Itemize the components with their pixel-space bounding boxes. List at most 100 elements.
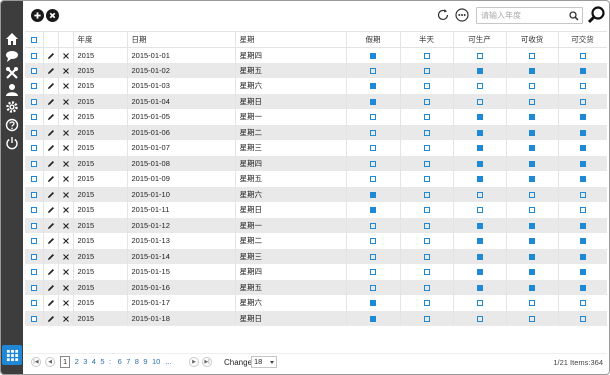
page-link[interactable]: 7: [126, 356, 130, 368]
column-header-year[interactable]: 年度: [73, 31, 128, 48]
home-icon[interactable]: [4, 31, 20, 47]
page-size-select[interactable]: 18: [251, 356, 277, 368]
delete-row-button[interactable]: [58, 140, 74, 156]
row-checkbox[interactable]: [25, 248, 44, 264]
row-checkbox[interactable]: [25, 310, 44, 326]
tools-icon[interactable]: [4, 65, 20, 81]
delete-row-button[interactable]: [58, 310, 74, 326]
page-link[interactable]: 3: [83, 356, 87, 368]
grid-menu-button[interactable]: [2, 345, 22, 365]
page-link[interactable]: 6: [118, 356, 122, 368]
select-all-checkbox[interactable]: [25, 31, 44, 48]
delete-row-button[interactable]: [58, 264, 74, 280]
row-checkbox[interactable]: [25, 124, 44, 140]
column-header-weekday[interactable]: 星期: [235, 31, 347, 48]
table-row[interactable]: 2015 2015-01-12 星期一: [25, 217, 607, 233]
page-link[interactable]: 2: [75, 356, 79, 368]
comments-icon[interactable]: [4, 48, 20, 64]
edit-button[interactable]: [43, 47, 59, 63]
delete-button[interactable]: [46, 9, 59, 22]
table-row[interactable]: 2015 2015-01-02 星期五: [25, 62, 607, 78]
table-row[interactable]: 2015 2015-01-15 星期四: [25, 264, 607, 280]
delete-row-button[interactable]: [58, 47, 74, 63]
table-row[interactable]: 2015 2015-01-10 星期六: [25, 186, 607, 202]
table-row[interactable]: 2015 2015-01-14 星期三: [25, 248, 607, 264]
delete-row-button[interactable]: [58, 186, 74, 202]
settings-icon[interactable]: [4, 99, 20, 115]
user-icon[interactable]: [4, 82, 20, 98]
row-checkbox[interactable]: [25, 78, 44, 94]
edit-button[interactable]: [43, 279, 59, 295]
row-checkbox[interactable]: [25, 233, 44, 249]
power-icon[interactable]: [4, 135, 20, 151]
column-header-can-deliver[interactable]: 可交货: [558, 31, 607, 48]
edit-button[interactable]: [43, 155, 59, 171]
row-checkbox[interactable]: [25, 47, 44, 63]
edit-button[interactable]: [43, 248, 59, 264]
table-row[interactable]: 2015 2015-01-13 星期二: [25, 233, 607, 249]
delete-row-button[interactable]: [58, 62, 74, 78]
table-row[interactable]: 2015 2015-01-08 星期四: [25, 155, 607, 171]
row-checkbox[interactable]: [25, 202, 44, 218]
table-row[interactable]: 2015 2015-01-09 星期五: [25, 171, 607, 187]
column-header-half-day[interactable]: 半天: [400, 31, 454, 48]
table-row[interactable]: 2015 2015-01-01 星期四: [25, 47, 607, 63]
page-link[interactable]: 5: [100, 356, 104, 368]
edit-button[interactable]: [43, 171, 59, 187]
column-header-holiday[interactable]: 假期: [346, 31, 401, 48]
row-checkbox[interactable]: [25, 217, 44, 233]
table-row[interactable]: 2015 2015-01-11 星期日: [25, 202, 607, 218]
row-checkbox[interactable]: [25, 171, 44, 187]
delete-row-button[interactable]: [58, 295, 74, 311]
delete-row-button[interactable]: [58, 279, 74, 295]
last-page-button[interactable]: ▶|: [202, 357, 212, 367]
page-link[interactable]: 9: [143, 356, 147, 368]
row-checkbox[interactable]: [25, 93, 44, 109]
table-row[interactable]: 2015 2015-01-06 星期二: [25, 124, 607, 140]
help-icon[interactable]: [4, 117, 20, 133]
column-header-can-receive[interactable]: 可收货: [506, 31, 559, 48]
page-link[interactable]: 4: [92, 356, 96, 368]
row-checkbox[interactable]: [25, 109, 44, 125]
search-icon[interactable]: [569, 11, 579, 21]
edit-button[interactable]: [43, 264, 59, 280]
row-checkbox[interactable]: [25, 62, 44, 78]
edit-button[interactable]: [43, 186, 59, 202]
page-link[interactable]: 10: [152, 356, 160, 368]
row-checkbox[interactable]: [25, 264, 44, 280]
edit-button[interactable]: [43, 109, 59, 125]
add-button[interactable]: [31, 9, 44, 22]
refresh-icon[interactable]: [436, 8, 450, 22]
search-input[interactable]: [477, 8, 565, 23]
delete-row-button[interactable]: [58, 155, 74, 171]
delete-row-button[interactable]: [58, 124, 74, 140]
first-page-button[interactable]: |◀: [31, 357, 41, 367]
current-page[interactable]: 1: [60, 356, 71, 368]
prev-page-button[interactable]: ◀: [45, 357, 55, 367]
delete-row-button[interactable]: [58, 248, 74, 264]
page-link[interactable]: ...: [165, 356, 171, 368]
edit-button[interactable]: [43, 62, 59, 78]
column-header-date[interactable]: 日期: [127, 31, 236, 48]
table-row[interactable]: 2015 2015-01-18 星期日: [25, 310, 607, 326]
advanced-search-icon[interactable]: [587, 5, 607, 25]
edit-button[interactable]: [43, 140, 59, 156]
next-page-button[interactable]: ▶: [189, 357, 199, 367]
delete-row-button[interactable]: [58, 202, 74, 218]
table-row[interactable]: 2015 2015-01-04 星期日: [25, 93, 607, 109]
edit-button[interactable]: [43, 295, 59, 311]
edit-button[interactable]: [43, 217, 59, 233]
edit-button[interactable]: [43, 202, 59, 218]
edit-button[interactable]: [43, 310, 59, 326]
edit-button[interactable]: [43, 78, 59, 94]
edit-button[interactable]: [43, 124, 59, 140]
row-checkbox[interactable]: [25, 155, 44, 171]
table-row[interactable]: 2015 2015-01-17 星期六: [25, 295, 607, 311]
row-checkbox[interactable]: [25, 186, 44, 202]
delete-row-button[interactable]: [58, 78, 74, 94]
table-row[interactable]: 2015 2015-01-03 星期六: [25, 78, 607, 94]
edit-button[interactable]: [43, 93, 59, 109]
row-checkbox[interactable]: [25, 295, 44, 311]
delete-row-button[interactable]: [58, 93, 74, 109]
ellipsis-circle-icon[interactable]: [455, 8, 469, 22]
